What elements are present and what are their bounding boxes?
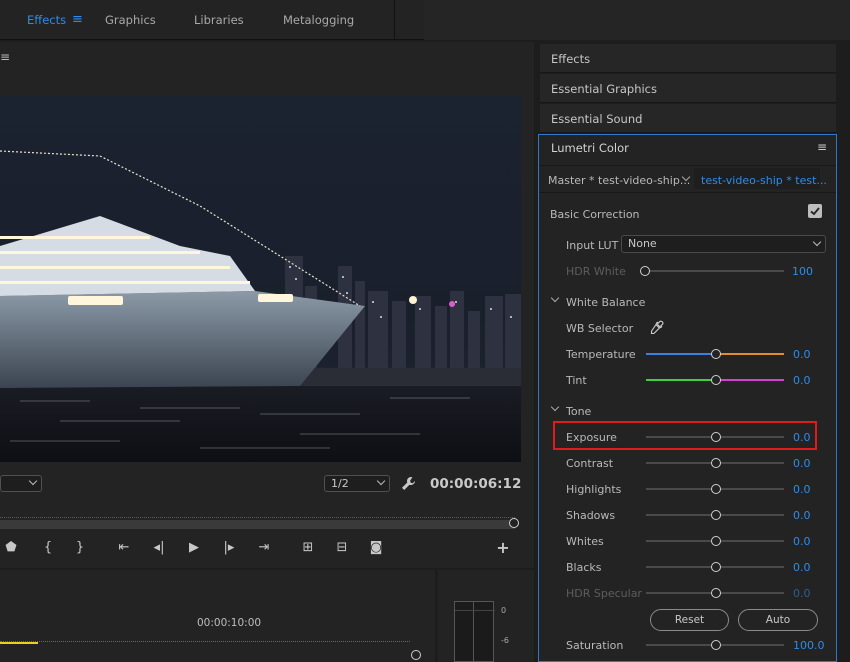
resolution-value: 1/2 [331,477,349,490]
audio-meter [454,601,495,662]
play-icon[interactable]: ▶ [186,540,202,556]
toolbar-empty-area [424,0,850,40]
saturation-value[interactable]: 100.0 [793,639,825,652]
panel-menu-icon[interactable]: ≡ [0,51,10,63]
scrub-ticks [0,512,515,518]
temperature-label: Temperature [566,348,636,361]
timeline-panel [0,570,435,662]
meter-label-minus6: -6 [501,636,509,645]
highlights-slider-knob[interactable] [711,484,721,494]
step-forward-icon[interactable]: |▸ [221,540,237,556]
tint-slider-knob[interactable] [711,375,721,385]
saturation-label: Saturation [566,639,624,652]
add-marker-icon[interactable]: ⬟ [3,540,19,556]
whites-slider-knob[interactable] [711,536,721,546]
master-clip-tab[interactable]: Master * test-video-ship... [548,174,690,187]
video-frame [0,96,521,462]
temperature-track-cool[interactable] [646,353,715,355]
blacks-label: Blacks [566,561,602,574]
lumetri-menu-icon[interactable]: ≡ [817,141,827,153]
add-button-icon[interactable]: + [495,540,511,556]
scrub-bar[interactable] [0,520,515,529]
active-clip-tab[interactable]: test-video-ship * test... [701,174,827,187]
export-frame-camera-icon[interactable]: ◙ [368,540,384,556]
lumetri-title: Lumetri Color [551,141,629,155]
checkmark-icon [810,207,820,216]
go-to-out-icon[interactable]: ⇥ [256,540,272,556]
tint-value[interactable]: 0.0 [793,374,811,387]
go-to-in-icon[interactable]: ⇤ [116,540,132,556]
resolution-dropdown[interactable]: 1/2 [324,475,390,492]
basic-correction-title[interactable]: Basic Correction [550,208,640,221]
lift-icon[interactable]: ⊞ [298,540,318,556]
section-essential-graphics[interactable]: Essential Graphics [540,74,836,103]
hdr-white-slider-track[interactable] [646,270,784,272]
tab-metalogging[interactable]: Metalogging [283,13,354,27]
step-back-icon[interactable]: ◂| [151,540,167,556]
tint-track-green[interactable] [646,379,715,381]
temperature-value[interactable]: 0.0 [793,348,811,361]
blacks-slider-knob[interactable] [711,562,721,572]
hdr-white-value[interactable]: 100 [792,265,813,278]
section-effects[interactable]: Effects [540,44,836,73]
tab-graphics[interactable]: Graphics [105,13,156,27]
exposure-value[interactable]: 0.0 [793,431,811,444]
cruise-ship-night-image [0,96,521,462]
tint-track-magenta[interactable] [715,379,784,381]
reset-button[interactable]: Reset [650,609,729,631]
tab-effects[interactable]: Effects [27,13,66,27]
exposure-slider-knob[interactable] [711,432,721,442]
mark-in-icon[interactable]: { [40,540,56,556]
tint-label: Tint [566,374,587,387]
whites-label: Whites [566,535,604,548]
mark-out-icon[interactable]: } [72,540,88,556]
tone-label[interactable]: Tone [566,405,591,418]
hdr-specular-value[interactable]: 0.0 [793,587,811,600]
tab-libraries[interactable]: Libraries [194,13,244,27]
section-essential-sound[interactable]: Essential Sound [540,104,836,133]
whites-value[interactable]: 0.0 [793,535,811,548]
meter-label-0: 0 [501,606,507,615]
input-lut-value: None [628,237,657,250]
wrench-icon[interactable] [401,476,417,492]
temperature-track-warm[interactable] [715,353,784,355]
timeline-playhead-bar [0,642,38,644]
basic-correction-checkbox[interactable] [808,204,822,218]
playhead-timecode[interactable]: 00:00:06:12 [430,476,521,492]
input-lut-label: Input LUT [566,239,619,252]
white-balance-label[interactable]: White Balance [566,296,645,309]
eyedropper-icon[interactable] [650,320,664,334]
contrast-label: Contrast [566,457,614,470]
exposure-label: Exposure [566,431,617,444]
workspace-bar: Effects ≡ Graphics Libraries Metalogging [0,0,850,40]
hdr-specular-label: HDR Specular [566,587,642,600]
extract-icon[interactable]: ⊟ [332,540,352,556]
scrub-end-handle[interactable] [509,518,519,528]
shadows-label: Shadows [566,509,616,522]
temperature-slider-knob[interactable] [711,349,721,359]
auto-button[interactable]: Auto [738,609,818,631]
zoom-level-dropdown[interactable] [0,475,42,492]
blacks-value[interactable]: 0.0 [793,561,811,574]
contrast-slider-knob[interactable] [711,458,721,468]
shadows-slider-knob[interactable] [711,510,721,520]
hdr-white-slider-knob[interactable] [640,266,650,276]
hdr-specular-slider-knob[interactable] [711,588,721,598]
highlights-label: Highlights [566,483,622,496]
highlights-value[interactable]: 0.0 [793,483,811,496]
saturation-slider-knob[interactable] [711,640,721,650]
shadows-value[interactable]: 0.0 [793,509,811,522]
wb-selector-label: WB Selector [566,322,634,335]
hdr-white-label: HDR White [566,265,626,278]
timeline-time-marker: 00:00:10:00 [197,617,262,629]
timeline-zoom-handle[interactable] [411,650,421,660]
timeline-ruler[interactable] [0,634,410,642]
contrast-value[interactable]: 0.0 [793,457,811,470]
input-lut-dropdown[interactable]: None [621,235,826,253]
hamburger-menu-icon[interactable]: ≡ [72,13,83,26]
